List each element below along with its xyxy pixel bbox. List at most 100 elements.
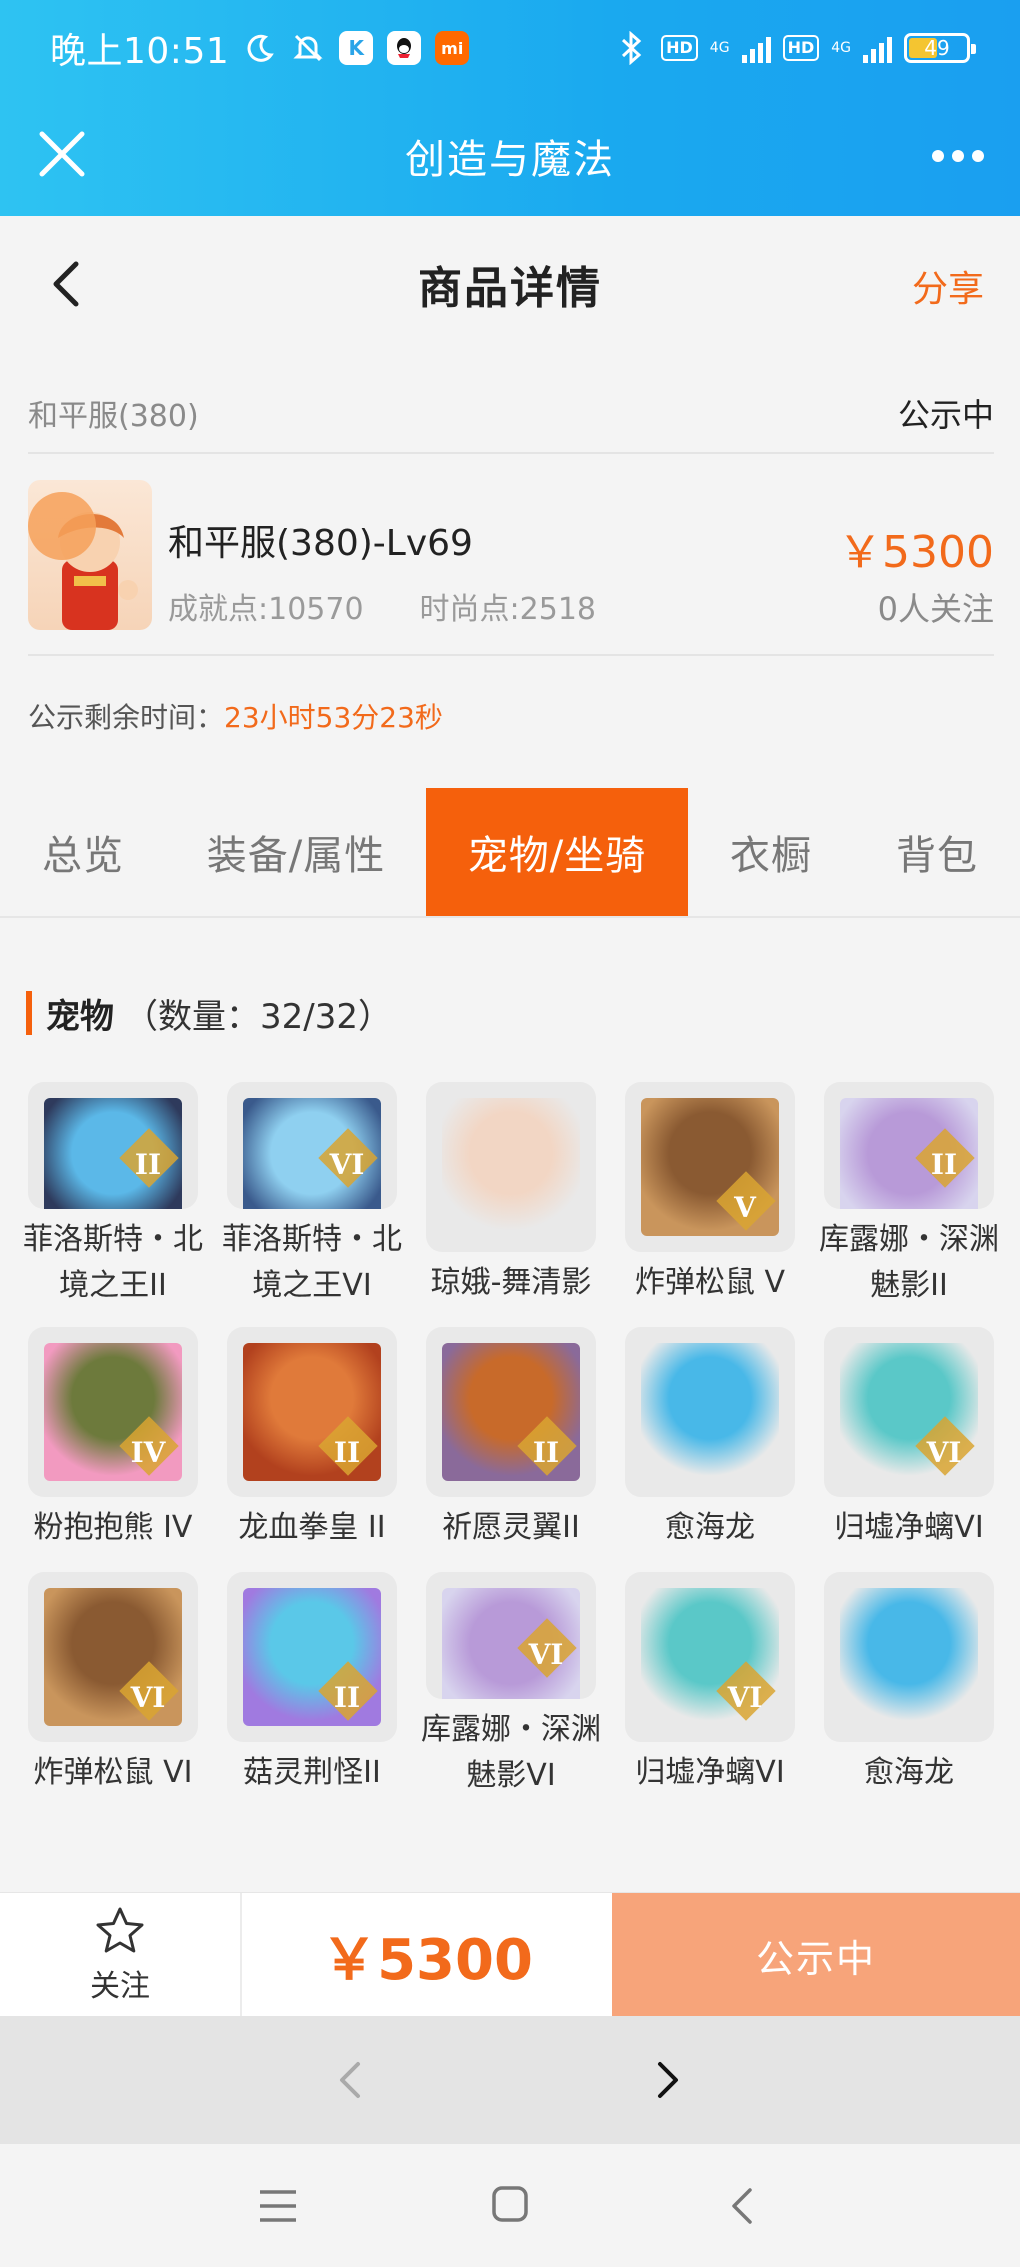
pet-card[interactable]: VI 归墟净螭VI: [625, 1572, 795, 1799]
action-bar: 关注 ￥5300 公示中: [0, 1892, 1020, 2017]
pet-image: VI: [426, 1572, 596, 1699]
pet-card[interactable]: VI 炸弹松鼠 VI: [28, 1572, 198, 1799]
pet-name: 库露娜・深渊魅影VI: [421, 1712, 601, 1793]
moon-icon: [243, 31, 277, 65]
pet-image: VI: [227, 1082, 397, 1209]
pet-card[interactable]: IV 粉抱抱熊 IV: [28, 1327, 198, 1554]
pet-name: 愈海龙: [864, 1755, 954, 1790]
detail-tabs: 总览 装备/属性 宠物/坐骑 衣橱 背包: [0, 788, 1020, 918]
pet-image: VI: [28, 1572, 198, 1742]
hd-badge-2: HD: [782, 35, 820, 61]
pet-card[interactable]: II 祈愿灵翼II: [426, 1327, 596, 1554]
bell-off-icon: [291, 31, 325, 65]
home-icon[interactable]: [490, 2184, 530, 2224]
section-accent-bar: [26, 991, 32, 1035]
pet-name: 粉抱抱熊 IV: [33, 1510, 193, 1545]
page-title: 商品详情: [418, 263, 602, 314]
system-back-icon[interactable]: [722, 2182, 762, 2230]
pet-name: 菲洛斯特・北境之王VI: [222, 1222, 402, 1303]
pet-card[interactable]: VI 归墟净螭VI: [824, 1327, 994, 1554]
pet-card[interactable]: II 菲洛斯特・北境之王II: [23, 1082, 203, 1309]
follow-button[interactable]: 关注: [0, 1893, 242, 2017]
pet-rank: VI: [926, 1436, 962, 1469]
pet-card[interactable]: 琼娥-舞清影: [426, 1082, 596, 1309]
mi-icon: mi: [435, 31, 470, 65]
bluetooth-icon: [615, 31, 649, 65]
server-row: 和平服(380) 公示中: [28, 374, 994, 454]
pet-card[interactable]: VI 库露娜・深渊魅影VI: [421, 1572, 601, 1799]
pet-rank: II: [930, 1148, 958, 1181]
pet-image: VI: [625, 1572, 795, 1742]
pet-image: IV: [28, 1327, 198, 1497]
pet-card[interactable]: II 龙血拳皇 II: [227, 1327, 397, 1554]
pet-image: II: [824, 1082, 994, 1209]
pet-rank: VI: [130, 1681, 166, 1714]
bottom-price: ￥5300: [321, 1927, 533, 1993]
close-icon[interactable]: [32, 124, 92, 184]
pet-image: II: [227, 1327, 397, 1497]
pet-card[interactable]: VI 菲洛斯特・北境之王VI: [222, 1082, 402, 1309]
pet-image: II: [227, 1572, 397, 1742]
level-badge-icon: [28, 492, 96, 560]
pet-card[interactable]: 愈海龙: [824, 1572, 994, 1799]
pet-name: 菇灵荆怪II: [243, 1755, 381, 1790]
pet-card[interactable]: II 库露娜・深渊魅影II: [819, 1082, 999, 1309]
pet-rank: VI: [528, 1638, 564, 1671]
tab-overview[interactable]: 总览: [0, 788, 166, 916]
share-button[interactable]: 分享: [912, 260, 984, 312]
product-price: ￥5300: [838, 527, 994, 578]
app-bar: 创造与魔法: [0, 96, 1020, 216]
product-stats: 成就点:10570 时尚点:2518: [168, 584, 596, 628]
countdown-label: 公示剩余时间：: [28, 701, 225, 734]
countdown-row: 公示剩余时间： 23小时53分23秒: [28, 680, 994, 752]
publicity-button[interactable]: 公示中: [612, 1893, 1020, 2017]
pet-image: [625, 1327, 795, 1497]
pet-name: 龙血拳皇 II: [238, 1510, 386, 1545]
follow-label: 关注: [90, 1969, 150, 2004]
pet-rank: II: [333, 1436, 361, 1469]
pet-name: 祈愿灵翼II: [442, 1510, 580, 1545]
more-icon[interactable]: [918, 128, 998, 184]
status-bar: 晚上10:51 K mi HD 4G HD 4G 49: [0, 0, 1020, 96]
pet-rank: VI: [329, 1148, 365, 1181]
pet-image: [426, 1082, 596, 1252]
countdown-value: 23小时53分23秒: [224, 701, 443, 734]
pet-rank: II: [532, 1436, 560, 1469]
pet-name: 库露娜・深渊魅影II: [819, 1222, 999, 1303]
pet-name: 归墟净螭VI: [635, 1755, 785, 1790]
tab-wardrobe[interactable]: 衣橱: [688, 788, 854, 916]
follow-count: 0人关注: [877, 590, 994, 628]
back-arrow-icon[interactable]: [40, 254, 100, 314]
browser-nav: [0, 2016, 1020, 2144]
star-icon: [96, 1907, 144, 1953]
pet-card[interactable]: V 炸弹松鼠 V: [625, 1082, 795, 1309]
pet-name: 琼娥-舞清影: [430, 1265, 592, 1300]
browser-back-icon[interactable]: [326, 2050, 376, 2110]
section-title: 宠物 （数量：32/32）: [26, 988, 392, 1038]
browser-forward-icon[interactable]: [644, 2050, 694, 2110]
character-avatar: [28, 480, 152, 630]
pet-name: 菲洛斯特・北境之王II: [23, 1222, 203, 1303]
achievement-points: 成就点:10570: [168, 592, 364, 627]
tab-equipment[interactable]: 装备/属性: [166, 788, 426, 916]
menu-icon[interactable]: [256, 2184, 300, 2228]
pet-card[interactable]: II 菇灵荆怪II: [227, 1572, 397, 1799]
pet-image: II: [426, 1327, 596, 1497]
fashion-points: 时尚点:2518: [419, 592, 597, 627]
tab-pets-mounts[interactable]: 宠物/坐骑: [426, 788, 688, 916]
pet-artwork: [641, 1343, 779, 1481]
pet-card[interactable]: 愈海龙: [625, 1327, 795, 1554]
tab-backpack[interactable]: 背包: [854, 788, 1020, 916]
hd-badge: HD: [661, 35, 698, 61]
k-app-icon: K: [339, 31, 374, 65]
pet-image: VI: [824, 1327, 994, 1497]
app-title: 创造与魔法: [405, 137, 615, 183]
pet-name: 炸弹松鼠 V: [634, 1265, 786, 1300]
signal-icon-2: [863, 33, 892, 63]
pet-image: [824, 1572, 994, 1742]
product-row[interactable]: 和平服(380)-Lv69 成就点:10570 时尚点:2518 ￥5300 0…: [28, 460, 994, 656]
pet-rank: V: [734, 1191, 756, 1224]
network-type: 4G: [709, 40, 730, 56]
section-count: （数量：32/32）: [124, 996, 392, 1037]
pet-rank: VI: [727, 1681, 763, 1714]
